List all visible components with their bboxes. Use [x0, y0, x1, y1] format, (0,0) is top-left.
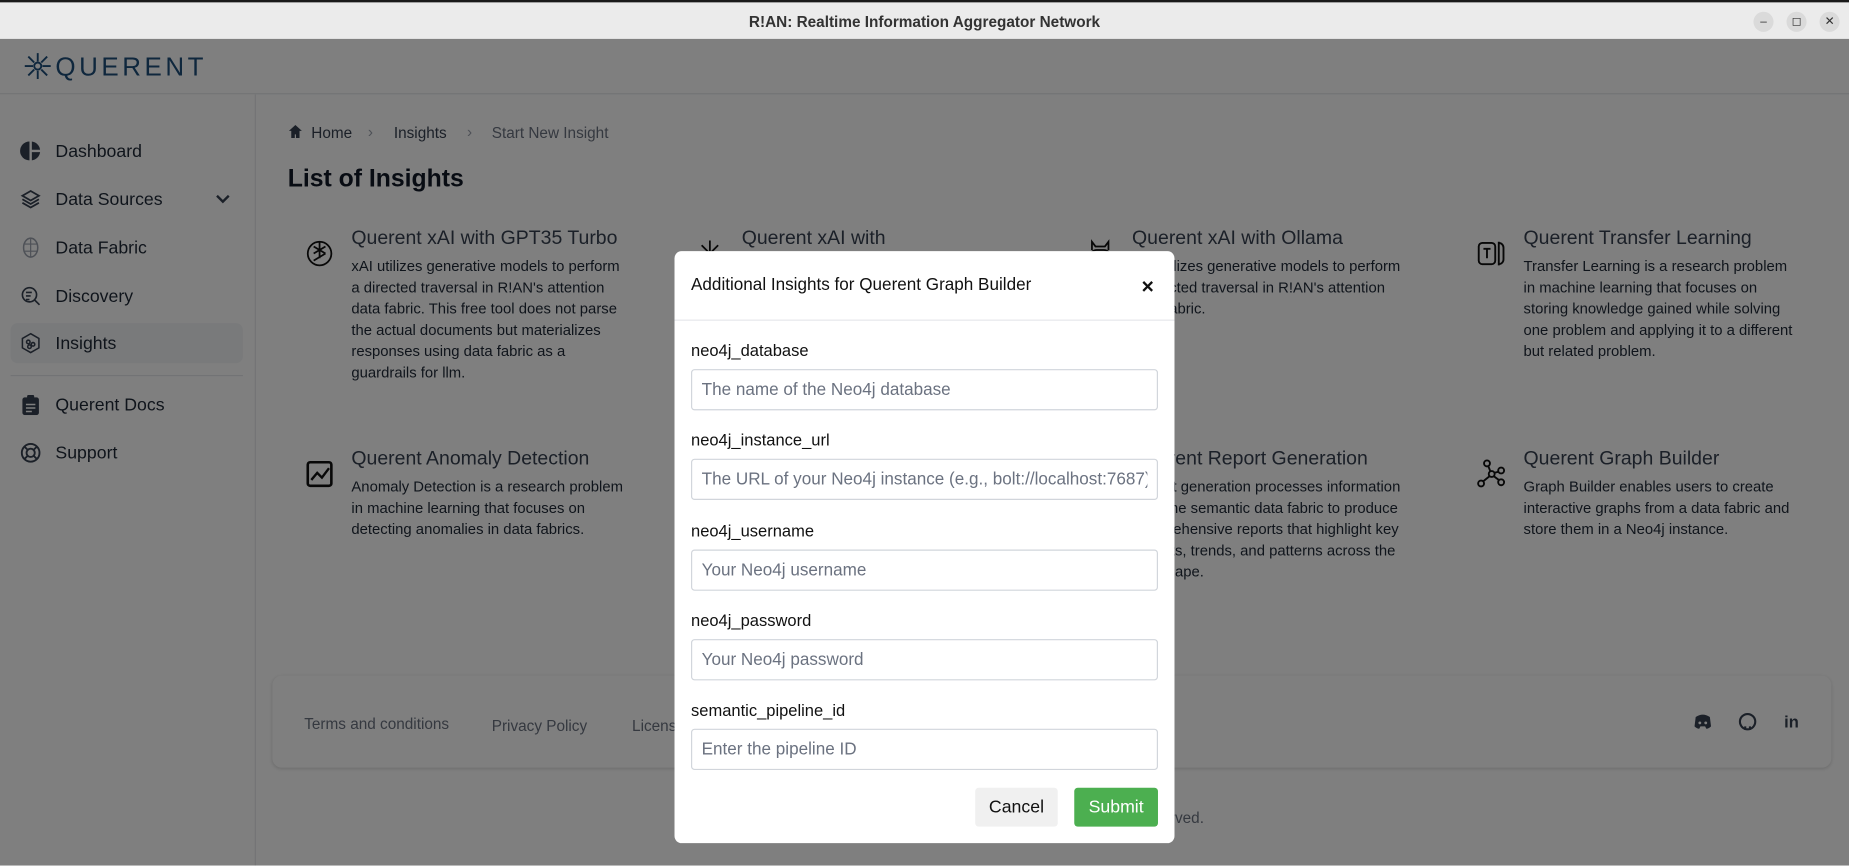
- restore-button[interactable]: ◻: [1786, 11, 1807, 32]
- submit-button[interactable]: Submit: [1074, 787, 1158, 827]
- neo4j-instance-url-label: neo4j_instance_url: [691, 430, 830, 450]
- cancel-button[interactable]: Cancel: [975, 787, 1058, 827]
- semantic-pipeline-id-label: semantic_pipeline_id: [691, 700, 846, 720]
- window-titlebar: R!AN: Realtime Information Aggregator Ne…: [0, 0, 1849, 41]
- neo4j-instance-url-input[interactable]: [691, 458, 1158, 500]
- neo4j-password-label: neo4j_password: [691, 610, 812, 630]
- neo4j-username-label: neo4j_username: [691, 521, 815, 541]
- minimize-button[interactable]: –: [1753, 11, 1774, 32]
- close-icon[interactable]: ×: [1141, 275, 1153, 300]
- neo4j-database-input[interactable]: [691, 369, 1158, 411]
- neo4j-username-input[interactable]: [691, 549, 1158, 591]
- dialog-title: Additional Insights for Querent Graph Bu…: [691, 275, 1032, 295]
- semantic-pipeline-id-input[interactable]: [691, 728, 1158, 771]
- additional-insights-dialog: Additional Insights for Querent Graph Bu…: [674, 251, 1175, 844]
- dialog-header-divider: [674, 319, 1175, 321]
- neo4j-password-input[interactable]: [691, 639, 1158, 681]
- close-window-button[interactable]: ✕: [1819, 11, 1840, 32]
- window-title: R!AN: Realtime Information Aggregator Ne…: [748, 12, 1101, 31]
- neo4j-database-label: neo4j_database: [691, 340, 809, 360]
